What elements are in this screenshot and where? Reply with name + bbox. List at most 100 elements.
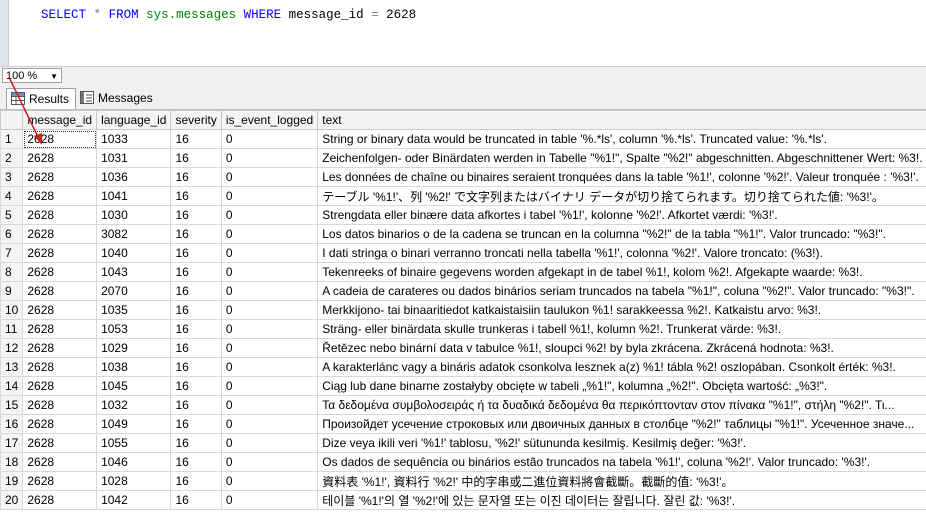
row-number-cell[interactable]: 5 (0, 205, 24, 225)
table-cell[interactable]: 0 (220, 262, 319, 282)
table-row[interactable]: 13 2628 1038 16 0 A karakterlánc vagy a binár… (0, 357, 926, 377)
table-cell[interactable]: 16 (170, 319, 222, 339)
table-cell[interactable]: 2628 (22, 281, 98, 301)
row-number-cell[interactable]: 19 (0, 471, 24, 491)
table-cell[interactable]: Τα δεδομένα συμβολοσειράς ή τα δυαδικά δ… (317, 395, 926, 415)
table-cell[interactable]: 2628 (22, 262, 98, 282)
horizontal-scrollbar[interactable] (66, 70, 924, 82)
table-cell[interactable]: Dize veya ikili veri '%1!' tablosu, '%2!… (317, 433, 926, 453)
table-cell[interactable]: 1041 (96, 186, 172, 206)
table-cell[interactable]: 0 (220, 205, 319, 225)
table-cell[interactable]: 0 (220, 129, 319, 149)
table-cell[interactable]: 16 (170, 148, 222, 168)
results-grid[interactable]: message_id language_id severity is_event_lo… (0, 110, 926, 517)
table-cell[interactable]: Řetězec nebo binární data v tabulce %1!,… (317, 338, 926, 358)
table-cell[interactable]: 16 (170, 471, 222, 491)
table-row[interactable]: 1 2628 1033 16 0 String or binary data would … (0, 129, 926, 149)
table-cell[interactable]: 0 (220, 300, 319, 320)
table-cell[interactable]: Zeichenfolgen- oder Binärdaten werden in… (317, 148, 926, 168)
column-header-language-id[interactable]: language_id (96, 110, 172, 130)
row-number-cell[interactable]: 10 (0, 300, 24, 320)
table-cell[interactable]: 0 (220, 281, 319, 301)
table-cell[interactable]: 16 (170, 205, 222, 225)
table-cell[interactable]: 16 (170, 281, 222, 301)
table-row[interactable]: 6 2628 3082 16 0 Los datos binarios o de la c… (0, 224, 926, 244)
row-number-cell[interactable]: 3 (0, 167, 24, 187)
table-cell[interactable]: 2628 (22, 300, 98, 320)
table-cell[interactable]: 1042 (96, 490, 172, 510)
table-cell[interactable]: 16 (170, 167, 222, 187)
table-row[interactable]: 16 2628 1049 16 0 Произойдет усечение строков… (0, 414, 926, 434)
table-row[interactable]: 18 2628 1046 16 0 Os dados de sequência ou bi… (0, 452, 926, 472)
table-cell[interactable]: 2070 (96, 281, 172, 301)
table-cell[interactable]: 1053 (96, 319, 172, 339)
table-cell[interactable]: 0 (220, 243, 319, 263)
table-row[interactable]: 12 2628 1029 16 0 Řetězec nebo binární data v… (0, 338, 926, 358)
table-cell[interactable]: 1033 (96, 129, 172, 149)
table-cell[interactable]: 16 (170, 490, 222, 510)
table-cell[interactable]: 16 (170, 338, 222, 358)
table-cell[interactable]: 2628 (22, 357, 98, 377)
table-row[interactable]: 3 2628 1036 16 0 Les données de chaîne ou bin… (0, 167, 926, 187)
table-cell[interactable]: Les données de chaîne ou binaires seraie… (317, 167, 926, 187)
table-cell[interactable]: 16 (170, 395, 222, 415)
table-row[interactable]: 20 2628 1042 16 0 테이블 '%1!'의 열 '%2!'에 있는 문자열 … (0, 490, 926, 510)
table-cell[interactable]: 2628 (22, 452, 98, 472)
table-row[interactable]: 10 2628 1035 16 0 Merkkijono- tai binaaritied… (0, 300, 926, 320)
table-cell[interactable]: 16 (170, 262, 222, 282)
table-cell[interactable]: 資料表 '%1!', 資料行 '%2!' 中的字串或二進位資料將會截斷。截斷的值… (317, 471, 926, 491)
table-cell[interactable]: 16 (170, 357, 222, 377)
table-cell[interactable]: 1028 (96, 471, 172, 491)
row-number-cell[interactable]: 7 (0, 243, 24, 263)
table-cell[interactable]: Os dados de sequência ou binários estão … (317, 452, 926, 472)
table-cell[interactable]: 테이블 '%1!'의 열 '%2!'에 있는 문자열 또는 이진 데이터는 잘립… (317, 490, 926, 510)
table-cell[interactable]: I dati stringa o binari verranno troncat… (317, 243, 926, 263)
table-cell[interactable]: 1055 (96, 433, 172, 453)
table-cell[interactable]: 2628 (22, 490, 98, 510)
column-header-is-event-logged[interactable]: is_event_logged (220, 110, 319, 130)
table-cell[interactable]: 16 (170, 243, 222, 263)
table-cell[interactable]: 16 (170, 129, 222, 149)
table-cell[interactable]: 2628 (22, 186, 98, 206)
table-row[interactable]: 2 2628 1031 16 0 Zeichenfolgen- oder Binärdat… (0, 148, 926, 168)
table-row[interactable]: 5 2628 1030 16 0 Strengdata eller binære data… (0, 205, 926, 225)
table-cell[interactable]: 1045 (96, 376, 172, 396)
table-cell[interactable]: 0 (220, 319, 319, 339)
row-number-header[interactable] (0, 110, 24, 130)
table-cell[interactable]: 0 (220, 376, 319, 396)
table-cell[interactable]: 16 (170, 414, 222, 434)
row-number-cell[interactable]: 14 (0, 376, 24, 396)
table-cell[interactable]: 1049 (96, 414, 172, 434)
table-cell[interactable]: Sträng- eller binärdata skulle trunkeras… (317, 319, 926, 339)
tab-results[interactable]: Results (6, 88, 77, 109)
row-number-cell[interactable]: 18 (0, 452, 24, 472)
table-cell[interactable]: 0 (220, 357, 319, 377)
row-number-cell[interactable]: 20 (0, 490, 24, 510)
table-cell[interactable]: A cadeia de carateres ou dados binários … (317, 281, 926, 301)
table-row[interactable]: 19 2628 1028 16 0 資料表 '%1!', 資料行 '%2!' 中的字串或二… (0, 471, 926, 491)
query-editor[interactable]: SELECT * FROM sys.messages WHERE message… (9, 0, 926, 66)
table-cell[interactable]: 0 (220, 186, 319, 206)
table-cell[interactable]: 2628 (22, 148, 98, 168)
table-cell[interactable]: 0 (220, 490, 319, 510)
column-header-message-id[interactable]: message_id (22, 110, 98, 130)
table-row[interactable]: 15 2628 1032 16 0 Τα δεδομένα συμβολοσειράς ή… (0, 395, 926, 415)
table-cell[interactable]: 1046 (96, 452, 172, 472)
column-header-severity[interactable]: severity (170, 110, 222, 130)
table-cell[interactable]: 1029 (96, 338, 172, 358)
table-cell[interactable]: 2628 (22, 376, 98, 396)
table-cell[interactable]: 2628 (22, 433, 98, 453)
table-cell[interactable]: 2628 (22, 319, 98, 339)
sql-query-text[interactable]: SELECT * FROM sys.messages WHERE message… (41, 8, 416, 22)
table-cell[interactable]: 0 (220, 452, 319, 472)
table-cell[interactable]: 1038 (96, 357, 172, 377)
table-cell[interactable]: Tekenreeks of binaire gegevens worden af… (317, 262, 926, 282)
table-cell[interactable]: テーブル '%1!'、列 '%2!' で文字列またはバイナリ データが切り捨てら… (317, 186, 926, 206)
table-cell[interactable]: 2628 (22, 205, 98, 225)
table-cell[interactable]: 2628 (22, 414, 98, 434)
table-cell[interactable]: A karakterlánc vagy a bináris adatok cso… (317, 357, 926, 377)
table-cell[interactable]: 16 (170, 433, 222, 453)
row-number-cell[interactable]: 8 (0, 262, 24, 282)
table-cell[interactable]: 1031 (96, 148, 172, 168)
table-cell[interactable]: Merkkijono- tai binaaritiedot katkaistai… (317, 300, 926, 320)
